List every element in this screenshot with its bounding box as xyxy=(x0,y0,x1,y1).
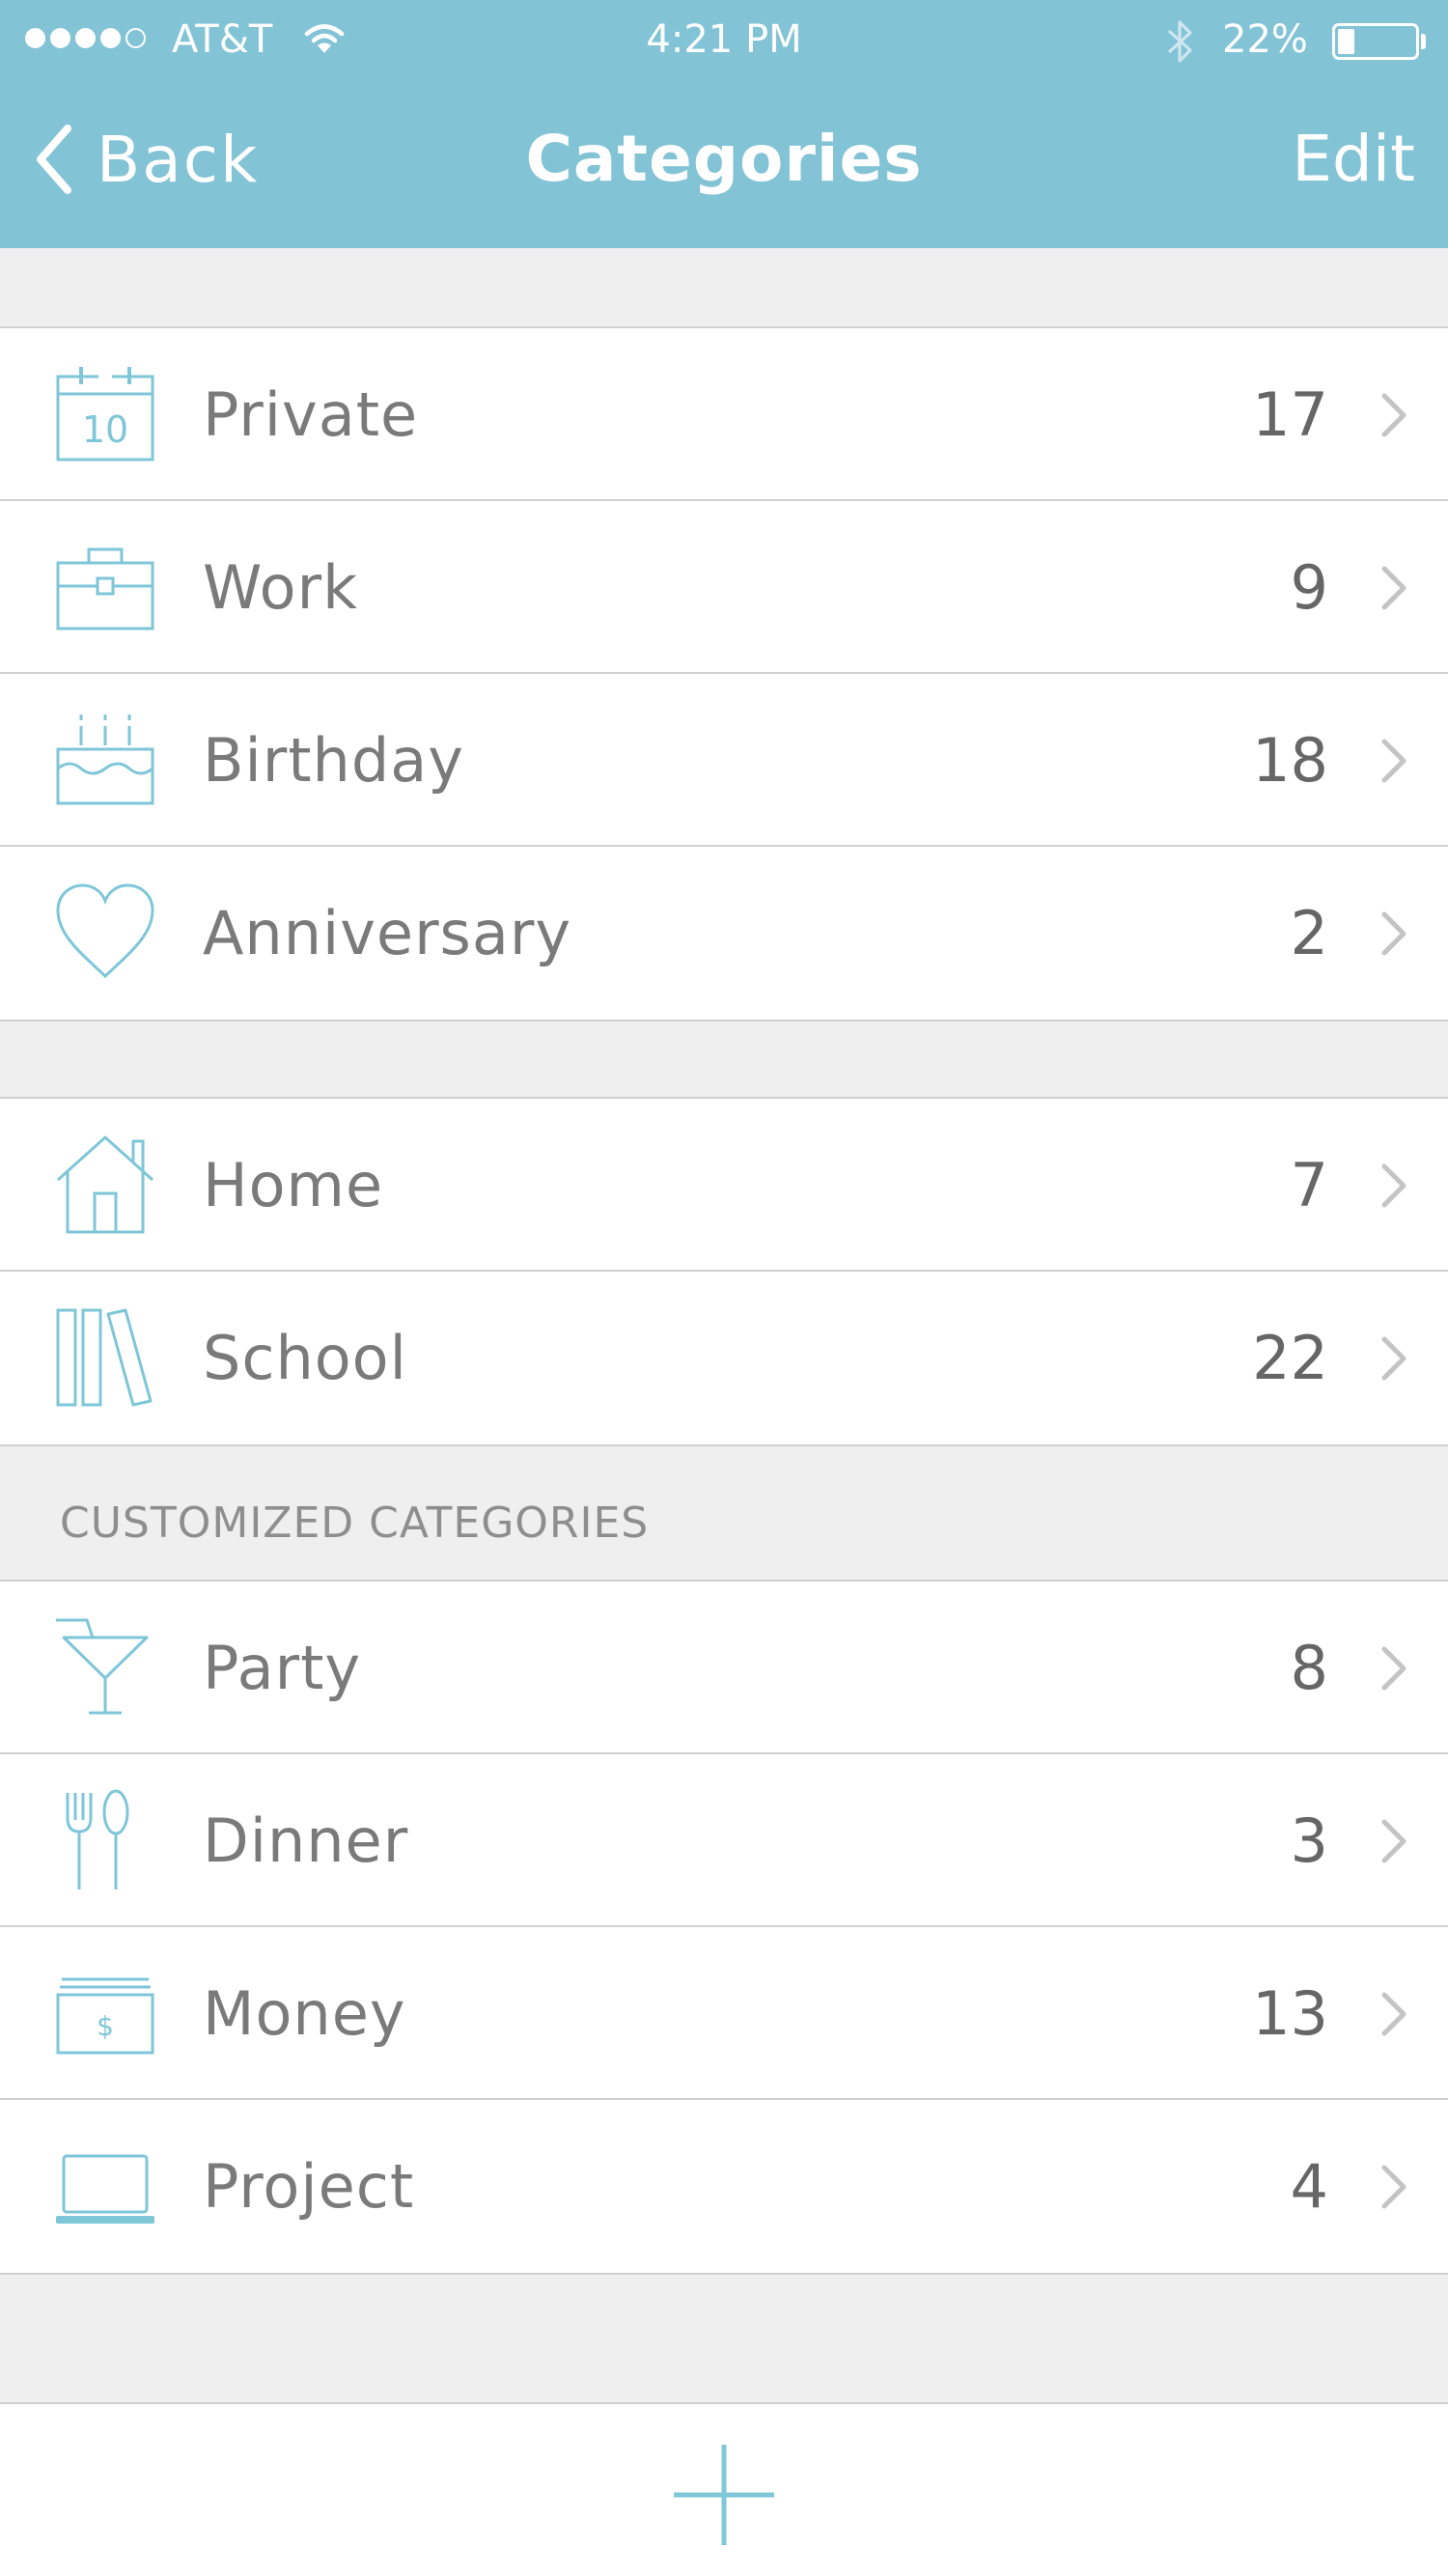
back-button[interactable]: Back xyxy=(33,116,259,203)
category-label: Money xyxy=(203,1978,406,2049)
chevron-left-icon xyxy=(37,125,71,194)
category-row-anniversary[interactable]: Anniversary 2 xyxy=(0,847,1448,1020)
battery-tip xyxy=(1421,34,1426,49)
category-label: Project xyxy=(203,2151,415,2222)
category-row-money[interactable]: $ Money 13 xyxy=(0,1927,1448,2100)
category-count: 13 xyxy=(1252,1978,1328,2049)
category-count: 4 xyxy=(1290,2151,1328,2222)
status-bar: AT&T 4:21 PM 22% xyxy=(0,0,1448,79)
chevron-right-icon xyxy=(1381,566,1406,610)
navigation-bar: Back Categories Edit xyxy=(0,79,1448,248)
laptop-icon xyxy=(56,2154,154,2224)
category-count: 18 xyxy=(1252,725,1328,796)
category-row-dinner[interactable]: Dinner 3 xyxy=(0,1754,1448,1927)
top-bar: AT&T 4:21 PM 22% Back Categories Edit xyxy=(0,0,1448,248)
categories-screen: AT&T 4:21 PM 22% Back Categories Edit 10… xyxy=(0,0,1448,2576)
chevron-right-icon xyxy=(1381,1336,1406,1381)
category-group-customized: Party 8 Dinner 3 $ Money 13 Project 4 xyxy=(0,1580,1448,2275)
category-group-default: 10 Private 17 Work 9 Birthday 18 Anniver… xyxy=(0,326,1448,1022)
category-count: 3 xyxy=(1290,1806,1328,1876)
category-label: Anniversary xyxy=(203,898,572,968)
category-row-work[interactable]: Work 9 xyxy=(0,501,1448,674)
category-label: Private xyxy=(203,379,419,450)
chevron-right-icon xyxy=(1381,2165,1406,2209)
svg-text:10: 10 xyxy=(82,408,128,451)
back-label: Back xyxy=(97,122,260,197)
category-row-birthday[interactable]: Birthday 18 xyxy=(0,674,1448,847)
cake-icon xyxy=(56,714,154,805)
books-icon xyxy=(56,1308,153,1407)
chevron-right-icon xyxy=(1381,393,1406,437)
category-row-party[interactable]: Party 8 xyxy=(0,1582,1448,1754)
category-count: 8 xyxy=(1290,1633,1328,1703)
calendar-icon: 10 xyxy=(56,367,154,462)
bluetooth-icon xyxy=(1167,20,1192,63)
svg-text:$: $ xyxy=(97,2010,114,2042)
chevron-right-icon xyxy=(1381,1819,1406,1863)
category-label: Birthday xyxy=(203,725,464,796)
chevron-right-icon xyxy=(1381,1646,1406,1691)
category-label: Home xyxy=(203,1150,384,1220)
category-label: Dinner xyxy=(203,1806,409,1876)
fork-spoon-icon xyxy=(66,1789,129,1890)
category-label: School xyxy=(203,1323,407,1393)
money-icon: $ xyxy=(56,1977,154,2055)
category-row-project[interactable]: Project 4 xyxy=(0,2100,1448,2273)
section-header-customized: CUSTOMIZED CATEGORIES xyxy=(60,1498,650,1548)
category-row-private[interactable]: 10 Private 17 xyxy=(0,328,1448,501)
battery-icon xyxy=(1332,23,1419,60)
category-count: 22 xyxy=(1252,1323,1328,1393)
chevron-right-icon xyxy=(1381,911,1406,956)
category-count: 9 xyxy=(1290,552,1328,623)
battery-percent: 22% xyxy=(1222,17,1308,62)
category-label: Party xyxy=(203,1633,362,1703)
bottom-toolbar xyxy=(0,2402,1448,2576)
category-count: 2 xyxy=(1290,898,1328,968)
battery-level xyxy=(1338,29,1354,54)
heart-icon xyxy=(56,883,154,979)
category-row-school[interactable]: School 22 xyxy=(0,1272,1448,1444)
chevron-right-icon xyxy=(1381,739,1406,783)
briefcase-icon xyxy=(56,547,154,630)
category-count: 7 xyxy=(1290,1150,1328,1220)
category-group-places: Home 7 School 22 xyxy=(0,1097,1448,1446)
cocktail-icon xyxy=(56,1618,149,1715)
category-count: 17 xyxy=(1252,379,1328,450)
category-row-home[interactable]: Home 7 xyxy=(0,1099,1448,1272)
chevron-right-icon xyxy=(1381,1163,1406,1208)
plus-icon[interactable] xyxy=(670,2441,778,2549)
chevron-right-icon xyxy=(1381,1992,1406,2036)
house-icon xyxy=(56,1135,154,1234)
category-label: Work xyxy=(203,552,358,623)
edit-button[interactable]: Edit xyxy=(1292,116,1415,203)
